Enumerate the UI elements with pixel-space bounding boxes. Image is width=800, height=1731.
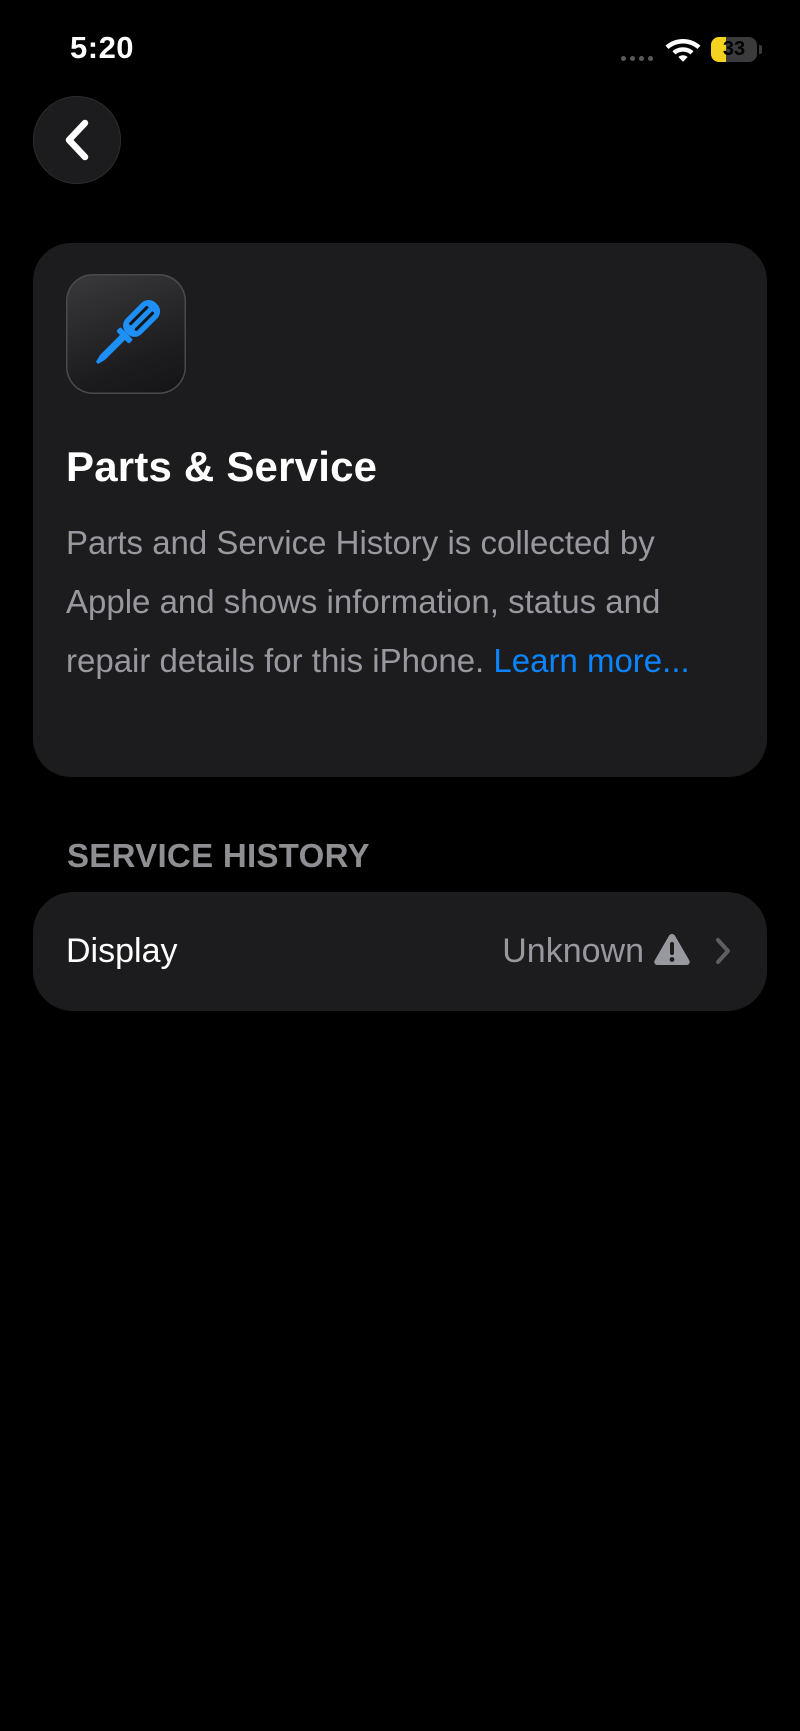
chevron-right-icon	[716, 938, 730, 964]
row-status-value: Unknown	[502, 932, 644, 970]
page-title: Parts & Service	[66, 443, 378, 490]
battery-terminal	[759, 45, 762, 54]
screwdriver-icon	[95, 299, 161, 365]
cellular-signal-icon	[621, 56, 653, 61]
parts-service-app-icon	[66, 274, 186, 394]
learn-more-link[interactable]: Learn more...	[493, 642, 689, 679]
status-bar: 5:20 33	[0, 0, 800, 100]
battery-icon: 33	[711, 37, 757, 62]
parts-service-info-card: Parts & Service Parts and Service Histor…	[33, 243, 767, 777]
status-time: 5:20	[70, 30, 135, 65]
row-label: Display	[66, 932, 178, 970]
chevron-left-icon	[65, 119, 89, 161]
battery-percentage: 33	[722, 38, 746, 60]
wifi-icon	[665, 39, 701, 62]
parts-service-description: Parts and Service History is collected b…	[66, 513, 736, 690]
service-history-row-display[interactable]: Display Unknown	[33, 892, 767, 1011]
service-history-section-header: SERVICE HISTORY	[67, 837, 370, 874]
back-button[interactable]	[33, 96, 121, 184]
warning-icon	[654, 934, 690, 965]
